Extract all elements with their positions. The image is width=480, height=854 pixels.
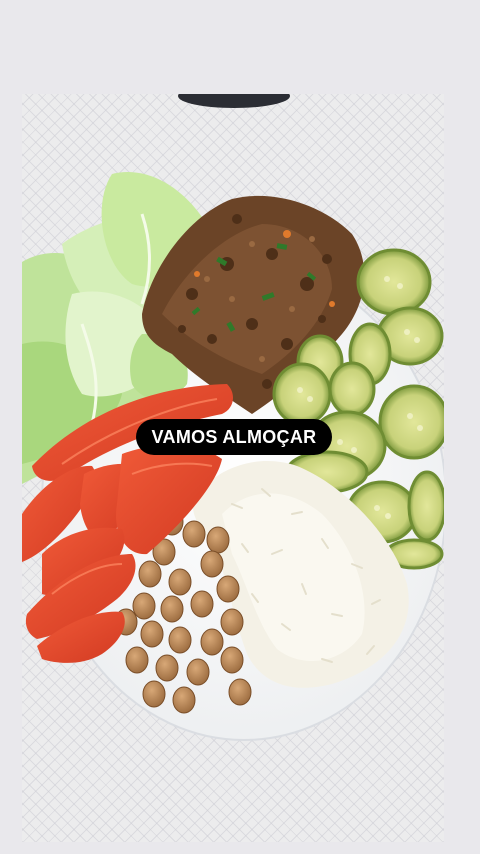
story-photo	[22, 94, 444, 842]
dark-object	[178, 94, 290, 108]
story-caption: VAMOS ALMOÇAR	[136, 419, 332, 455]
caption-text: VAMOS ALMOÇAR	[151, 426, 317, 447]
lunch-plate-illustration	[22, 94, 444, 741]
